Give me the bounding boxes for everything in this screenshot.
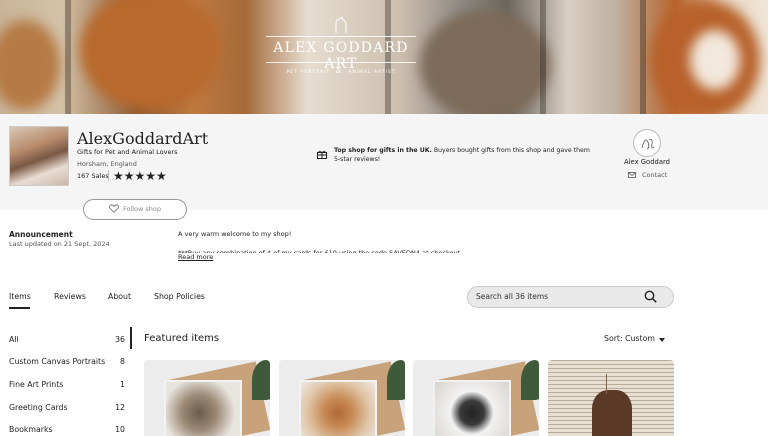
sidebar-item-count: 12 [115, 403, 125, 412]
shop-banner: ALEX GODDARD ART PET PORTRAIT & ANIMAL A… [0, 0, 768, 114]
dog-logo-icon [335, 16, 347, 33]
contact-label: Contact [642, 171, 668, 179]
shop-search-input[interactable]: Search all 36 items [467, 286, 674, 308]
banner-frame-edge [640, 0, 646, 114]
shop-location: Horsham, England [77, 160, 137, 168]
tab-items[interactable]: Items [9, 292, 31, 301]
shop-avatar[interactable] [9, 126, 69, 186]
gift-icon [317, 150, 327, 159]
sidebar-item-fine-art-prints[interactable]: Fine Art Prints 1 [9, 380, 125, 389]
mail-icon [628, 172, 636, 178]
sidebar-item-bookmarks[interactable]: Bookmarks 10 [9, 425, 125, 434]
tab-about[interactable]: About [108, 292, 131, 301]
product-image [433, 380, 511, 436]
featured-items-heading: Featured items [144, 333, 220, 344]
chevron-down-icon[interactable] [659, 338, 665, 342]
sidebar-item-label: Greeting Cards [9, 403, 68, 412]
sidebar-item-all[interactable]: All 36 [9, 335, 125, 344]
shop-sales-count: 167 Sales [77, 172, 109, 180]
banner-dog-shape [0, 20, 60, 110]
sidebar-item-label: All [9, 335, 19, 344]
heart-icon [109, 204, 119, 213]
banner-subtitle: PET PORTRAIT & ANIMAL ARTIST [276, 67, 406, 75]
sidebar-item-custom-canvas-portraits[interactable]: Custom Canvas Portraits 8 [9, 357, 125, 366]
sidebar-item-count: 10 [115, 425, 125, 434]
shop-name: AlexGoddardArt [77, 129, 209, 148]
tab-items-underline [9, 307, 30, 309]
sidebar-item-greeting-cards[interactable]: Greeting Cards 12 [9, 403, 125, 412]
banner-frame-edge [540, 0, 546, 114]
owner-avatar[interactable] [633, 129, 661, 157]
product-image [592, 390, 632, 436]
banner-subtitle-left: PET PORTRAIT [286, 70, 331, 75]
star-rating[interactable]: ★★★★★ [113, 169, 167, 183]
contact-link[interactable]: Contact [628, 171, 667, 179]
product-card[interactable] [279, 360, 405, 436]
banner-frame-edge [65, 0, 71, 114]
product-image [164, 380, 242, 436]
follow-shop-label: Follow shop [122, 205, 162, 213]
sidebar-item-count: 8 [120, 357, 125, 366]
product-card[interactable] [548, 360, 674, 436]
product-leaf-decoration [521, 360, 539, 400]
search-icon[interactable] [644, 290, 657, 303]
product-leaf-decoration [252, 360, 270, 400]
announcement-title: Announcement [9, 230, 73, 239]
announcement-date: Last updated on 21 Sept, 2024 [9, 240, 110, 248]
read-more-link[interactable]: Read more [178, 253, 213, 261]
banner-dog-shape [690, 30, 740, 90]
top-shop-notice: Top shop for gifts in the UK. Buyers bou… [334, 146, 594, 164]
product-image [299, 380, 377, 436]
sidebar-item-count: 36 [115, 335, 125, 344]
follow-shop-button[interactable]: Follow shop [83, 199, 187, 220]
sidebar-item-count: 1 [120, 380, 125, 389]
announcement-text-truncated: ***Buy any combination of 4 of my cards … [178, 249, 461, 253]
banner-dog-shape [420, 10, 550, 114]
tab-shop-policies[interactable]: Shop Policies [154, 292, 205, 301]
sales-divider [108, 170, 109, 181]
banner-rule-bottom [266, 62, 416, 63]
owner-name: Alex Goddard [624, 158, 670, 166]
banner-rule-top [266, 36, 416, 37]
announcement-text: A very warm welcome to my shop! [178, 230, 292, 238]
banner-dog-shape [80, 0, 220, 110]
banner-subtitle-amp: & [335, 67, 343, 75]
shop-tagline: Gifts for Pet and Animal Lovers [77, 148, 178, 156]
sidebar-item-label: Fine Art Prints [9, 380, 64, 389]
bookmark-tassel [606, 374, 607, 394]
owner-signature-icon [641, 139, 655, 150]
tab-reviews[interactable]: Reviews [54, 292, 86, 301]
product-leaf-decoration [387, 360, 405, 400]
top-shop-bold: Top shop for gifts in the UK. [334, 147, 432, 154]
sort-dropdown[interactable]: Sort: Custom [604, 334, 655, 343]
sidebar-item-label: Custom Canvas Portraits [9, 357, 106, 366]
sidebar-item-label: Bookmarks [9, 425, 53, 434]
banner-subtitle-right: ANIMAL ARTIST [348, 70, 396, 75]
product-card[interactable] [413, 360, 539, 436]
product-card[interactable] [144, 360, 270, 436]
sidebar-active-indicator [130, 327, 132, 349]
